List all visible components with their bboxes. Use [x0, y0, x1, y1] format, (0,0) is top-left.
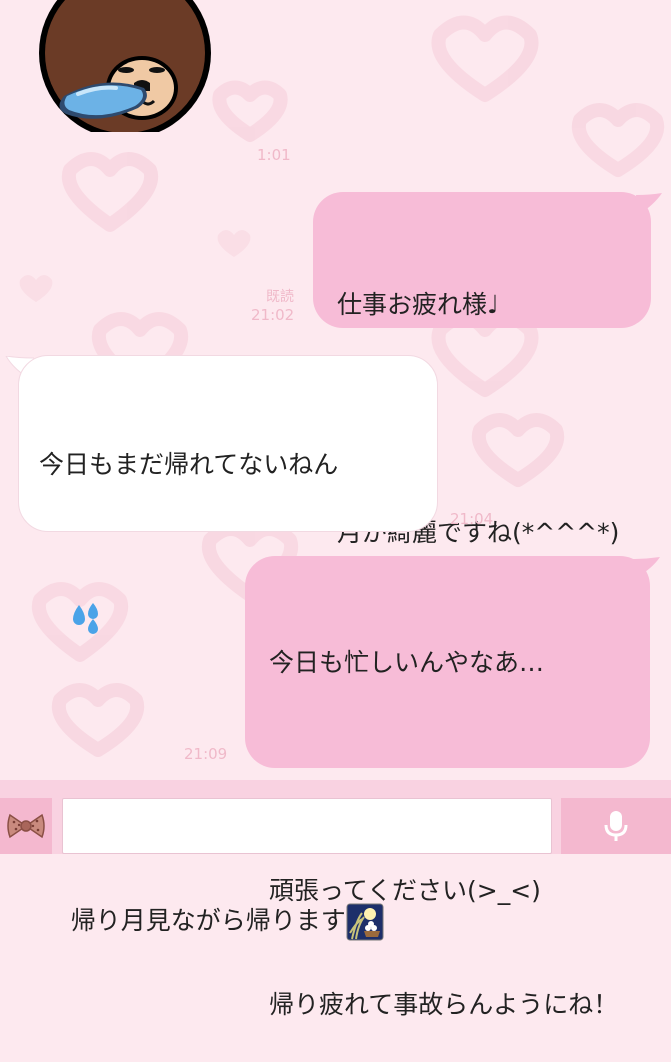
ribbon-icon	[7, 813, 45, 839]
sweat-droplets-icon	[72, 603, 98, 634]
incoming-message-bubble[interactable]: 今日もまだ帰れてないねん 帰り月見ながら帰ります	[18, 355, 438, 941]
brown-bear-sticker[interactable]	[34, 0, 216, 139]
timestamp: 1:01	[257, 146, 291, 164]
microphone-icon	[604, 811, 628, 841]
read-receipt: 既読	[266, 289, 294, 305]
message-line: 頑張ってください(>_<)	[269, 876, 541, 905]
sticker-button[interactable]	[0, 798, 52, 854]
timestamp: 21:04	[450, 510, 494, 528]
message-composer-bar	[0, 780, 671, 854]
outgoing-message-bubble[interactable]: 仕事お疲れ様♩ 月が綺麗ですね(*^^^*)	[313, 192, 651, 547]
timestamp: 21:02	[251, 306, 295, 324]
message-line: 帰り疲れて事故らんようにね！	[269, 990, 619, 1019]
message-text: 帰り月見ながら帰ります	[70, 906, 346, 935]
voice-input-button[interactable]	[561, 798, 671, 854]
message-line: 仕事お疲れ様♩	[337, 290, 499, 319]
timestamp: 21:09	[184, 745, 228, 763]
outgoing-message-bubble[interactable]: 今日も忙しいんやなあ… 頑張ってください(>_<) 帰り疲れて事故らんようにね！	[245, 556, 650, 1019]
message-line: 今日もまだ帰れてないねん	[39, 450, 339, 479]
bear-sticker-icon	[39, 0, 211, 139]
message-line: 今日も忙しいんやなあ…	[269, 648, 545, 677]
message-input[interactable]	[62, 798, 552, 854]
